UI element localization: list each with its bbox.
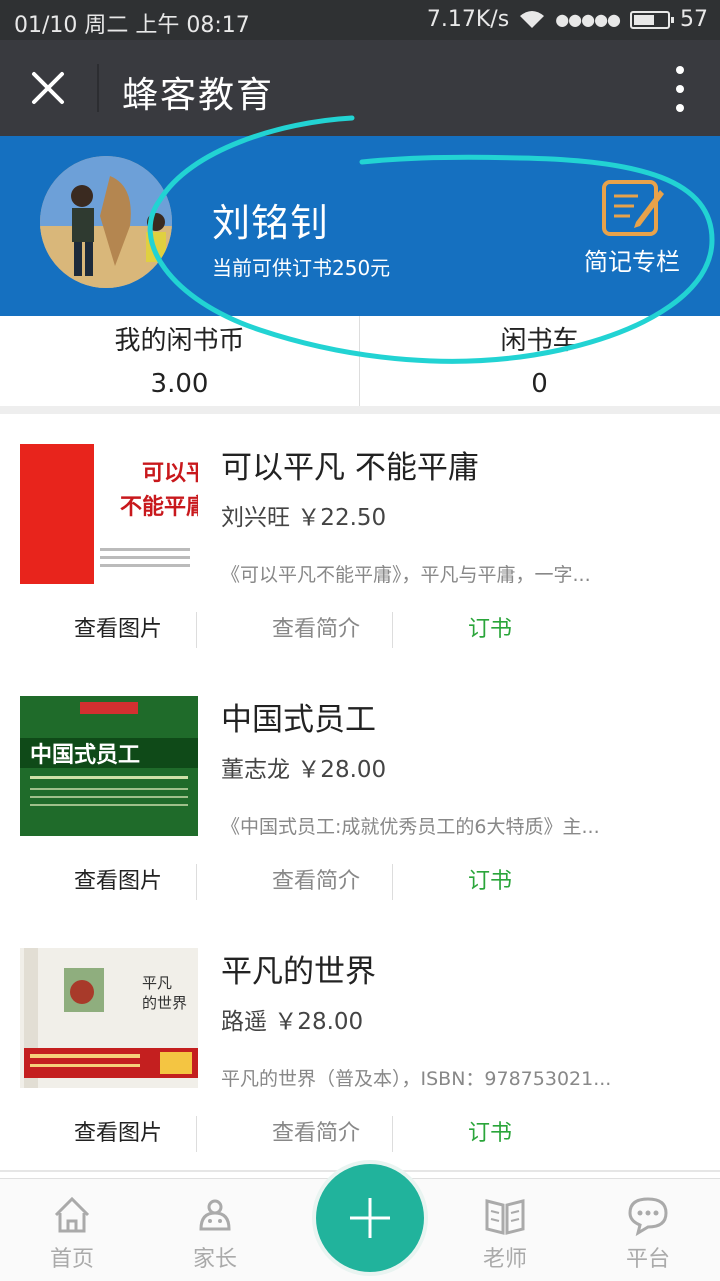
more-icon-dot	[676, 66, 684, 74]
stat-label: 我的闲书币	[114, 326, 245, 356]
view-intro-button[interactable]: 查看简介	[218, 862, 414, 902]
status-indicators: 7.17K/s ●●●●● 57	[427, 7, 708, 32]
nav-teachers[interactable]: 老师	[455, 1193, 555, 1273]
profile-banner: 刘铭钊 当前可供订书250元 简记专栏	[0, 136, 720, 316]
user-name: 刘铭钊	[212, 201, 330, 245]
book-icon	[485, 1199, 525, 1235]
battery-icon	[630, 10, 674, 29]
view-intro-button[interactable]: 查看简介	[218, 1114, 414, 1154]
stats-bar: 我的闲书币 3.00 闲书车 0	[0, 316, 720, 407]
svg-text:不能平庸: 不能平庸	[120, 494, 198, 520]
avatar-photo	[40, 156, 172, 288]
plus-icon	[350, 1198, 390, 1238]
book-author-price: 董志龙 ￥28.00	[221, 757, 387, 783]
book-description: 平凡的世界（普及本），ISBN：978753021...	[221, 1068, 612, 1090]
more-icon-dot	[676, 104, 684, 112]
status-datetime: 01/10 周二 上午 08:17	[14, 13, 250, 38]
add-button[interactable]	[316, 1164, 424, 1272]
nav-label: 平台	[625, 1247, 670, 1272]
book-actions: 查看图片 查看简介 订书	[0, 862, 720, 906]
notes-column-link[interactable]: 简记专栏	[584, 242, 680, 277]
book-item: 可以平凡 不能平庸 可以平凡 不能平庸 刘兴旺 ￥22.50 《可以平凡不能平庸…	[0, 414, 720, 668]
view-images-button[interactable]: 查看图片	[20, 610, 216, 650]
stat-value: 3.00	[150, 369, 209, 399]
title-bar: 蜂客教育	[0, 40, 720, 136]
book-author-price: 路遥 ￥28.00	[221, 1009, 364, 1035]
nav-label: 家长	[192, 1247, 237, 1272]
book-actions: 查看图片 查看简介 订书	[0, 610, 720, 654]
close-icon	[32, 72, 64, 104]
book-actions: 查看图片 查看简介 订书	[0, 1114, 720, 1158]
svg-text:平凡: 平凡	[142, 974, 172, 992]
credit-balance: 当前可供订书250元	[212, 256, 391, 280]
book-title[interactable]: 中国式员工	[221, 694, 376, 739]
wifi-icon	[520, 10, 545, 28]
action-divider	[196, 864, 197, 900]
order-book-button[interactable]: 订书	[392, 862, 588, 902]
book-cover[interactable]: 中国式员工	[20, 696, 198, 836]
signal-icon: ●●●●●	[555, 10, 621, 29]
page-title: 蜂客教育	[122, 75, 275, 116]
view-images-button[interactable]: 查看图片	[20, 862, 216, 902]
status-bar: 01/10 周二 上午 08:17 7.17K/s ●●●●● 57	[0, 0, 720, 40]
book-cover[interactable]: 平凡 的世界	[20, 948, 198, 1088]
order-book-button[interactable]: 订书	[392, 610, 588, 650]
svg-text:可以平凡: 可以平凡	[142, 460, 198, 486]
nav-label: 首页	[49, 1247, 94, 1272]
action-divider	[196, 1116, 197, 1152]
nav-platform[interactable]: 平台	[598, 1193, 698, 1273]
svg-text:的世界: 的世界	[142, 994, 187, 1012]
parent-icon	[199, 1199, 231, 1231]
book-cover[interactable]: 可以平凡 不能平庸	[20, 444, 198, 584]
stat-coins[interactable]: 我的闲书币 3.00	[0, 316, 359, 406]
nav-home[interactable]: 首页	[22, 1193, 122, 1273]
book-title[interactable]: 平凡的世界	[221, 946, 376, 991]
title-divider	[97, 64, 99, 112]
chat-icon	[628, 1197, 668, 1237]
more-icon-dot	[676, 85, 684, 93]
more-menu-button[interactable]	[670, 66, 690, 112]
svg-text:中国式员工: 中国式员工	[30, 743, 140, 768]
order-book-button[interactable]: 订书	[392, 1114, 588, 1154]
book-description: 《可以平凡不能平庸》，平凡与平庸，一字...	[221, 564, 591, 586]
network-speed: 7.17K/s	[426, 7, 510, 32]
book-title[interactable]: 可以平凡 不能平庸	[221, 442, 479, 487]
book-author-price: 刘兴旺 ￥22.50	[221, 505, 387, 531]
book-item: 中国式员工 中国式员工 董志龙 ￥28.00 《中国式员工:成就优秀员工的6大特…	[0, 666, 720, 920]
nav-parents[interactable]: 家长	[165, 1193, 265, 1273]
nav-label: 老师	[482, 1247, 527, 1272]
battery-level: 57	[680, 7, 708, 32]
stat-label: 闲书车	[500, 326, 579, 356]
stat-cart[interactable]: 闲书车 0	[360, 316, 719, 406]
avatar[interactable]	[40, 156, 172, 288]
stat-value: 0	[531, 369, 548, 399]
section-gap	[0, 406, 720, 414]
view-images-button[interactable]: 查看图片	[20, 1114, 216, 1154]
book-item: 平凡 的世界 平凡的世界 路遥 ￥28.00 平凡的世界（普及本），ISBN：9…	[0, 918, 720, 1172]
action-divider	[196, 612, 197, 648]
home-icon	[54, 1196, 90, 1233]
view-intro-button[interactable]: 查看简介	[218, 610, 414, 650]
notes-icon[interactable]	[600, 178, 666, 238]
book-description: 《中国式员工:成就优秀员工的6大特质》主...	[221, 816, 600, 838]
close-button[interactable]	[22, 62, 74, 114]
